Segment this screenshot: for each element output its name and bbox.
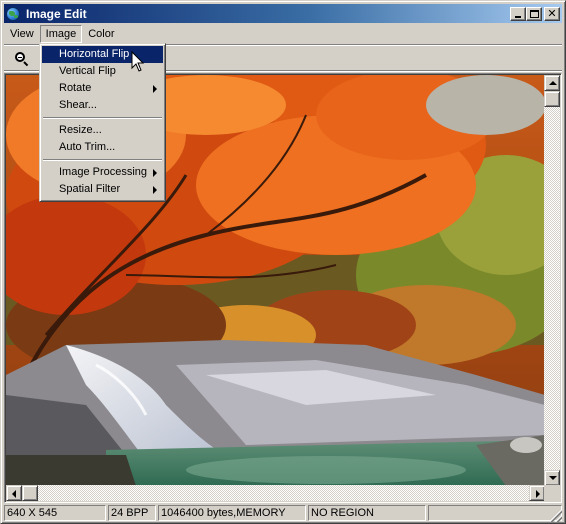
submenu-arrow-icon: [153, 169, 157, 177]
menu-item-shear[interactable]: Shear...: [42, 97, 163, 114]
menu-bar: View Image Color: [4, 24, 562, 43]
close-button[interactable]: ✕: [544, 6, 560, 21]
scrollbar-corner: [544, 485, 560, 501]
scroll-down-button[interactable]: [544, 470, 560, 486]
menu-image[interactable]: Image: [39, 24, 83, 43]
maximize-icon: [530, 9, 539, 18]
zoom-out-button[interactable]: [13, 50, 31, 68]
menu-color[interactable]: Color: [82, 25, 120, 43]
scroll-left-button[interactable]: [6, 485, 22, 501]
minimize-icon: [515, 15, 521, 18]
submenu-arrow-icon: [153, 85, 157, 93]
status-empty-pane: [428, 505, 562, 521]
scroll-up-button[interactable]: [544, 75, 560, 91]
maximize-button[interactable]: [526, 6, 542, 21]
mouse-pointer-icon: [131, 51, 145, 72]
status-memory: 1046400 bytes,MEMORY: [158, 505, 306, 521]
zoom-out-icon: [15, 52, 25, 62]
close-icon: ✕: [547, 7, 557, 20]
status-bpp: 24 BPP: [108, 505, 156, 521]
scroll-right-button[interactable]: [529, 485, 545, 501]
menu-item-rotate-label: Rotate: [59, 82, 92, 94]
menu-separator: [42, 114, 163, 122]
status-bar: 640 X 545 24 BPP 1046400 bytes,MEMORY NO…: [4, 505, 562, 522]
menu-item-image-processing[interactable]: Image Processing: [42, 164, 163, 181]
globe-icon[interactable]: [6, 6, 22, 22]
horizontal-scroll-thumb[interactable]: [22, 485, 38, 501]
horizontal-scrollbar[interactable]: [6, 485, 545, 501]
image-edit-window: Image Edit ✕ View Image Color 640 X 545 …: [0, 0, 566, 524]
menu-item-auto-trim[interactable]: Auto Trim...: [42, 139, 163, 156]
menu-item-spatial-filter-label: Spatial Filter: [59, 183, 121, 195]
vertical-scrollbar[interactable]: [544, 75, 560, 486]
arrow-down-icon: [549, 476, 557, 480]
arrow-right-icon: [536, 490, 540, 498]
vertical-scroll-thumb[interactable]: [544, 91, 560, 107]
window-title: Image Edit: [26, 6, 87, 21]
status-dimensions: 640 X 545: [4, 505, 106, 521]
arrow-left-icon: [12, 490, 16, 498]
resize-grip-icon[interactable]: [550, 510, 562, 522]
menu-item-rotate[interactable]: Rotate: [42, 80, 163, 97]
image-menu-dropdown: Horizontal Flip Vertical Flip Rotate She…: [39, 43, 166, 202]
title-bar[interactable]: Image Edit ✕: [4, 4, 562, 23]
minimize-button[interactable]: [510, 6, 526, 21]
menu-separator: [42, 156, 163, 164]
menu-item-spatial-filter[interactable]: Spatial Filter: [42, 181, 163, 198]
arrow-up-icon: [549, 81, 557, 85]
menu-view[interactable]: View: [4, 25, 40, 43]
menu-item-resize[interactable]: Resize...: [42, 122, 163, 139]
status-region: NO REGION: [308, 505, 426, 521]
submenu-arrow-icon: [153, 186, 157, 194]
menu-item-image-processing-label: Image Processing: [59, 166, 148, 178]
